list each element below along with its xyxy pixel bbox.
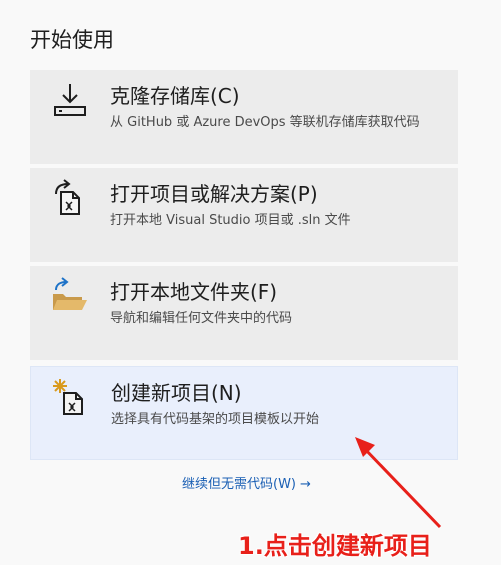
card-description: 导航和编辑任何文件夹中的代码 <box>110 311 293 326</box>
card-title: 创建新项目(N) <box>111 381 242 405</box>
open-project-card[interactable]: 打开项目或解决方案(P) 打开本地 Visual Studio 项目或 .sln… <box>30 168 458 262</box>
new-project-icon <box>53 379 83 415</box>
continue-without-code-link[interactable]: 继续但无需代码(W) → <box>182 473 311 492</box>
annotation-text: 1.点击创建新项目 <box>238 532 432 560</box>
annotation-arrow-icon <box>355 437 442 529</box>
open-project-icon <box>55 179 80 215</box>
open-folder-card[interactable]: 打开本地文件夹(F) 导航和编辑任何文件夹中的代码 <box>30 266 458 360</box>
card-title: 克隆存储库(C) <box>110 84 240 108</box>
continue-label: 继续但无需代码(W) <box>182 477 296 492</box>
card-title: 打开项目或解决方案(P) <box>110 182 318 206</box>
card-description: 从 GitHub 或 Azure DevOps 等联机存储库获取代码 <box>110 115 420 130</box>
download-icon <box>54 84 86 116</box>
folder-open-icon <box>53 277 87 310</box>
arrow-right-icon: → <box>300 477 311 492</box>
card-description: 打开本地 Visual Studio 项目或 .sln 文件 <box>110 213 351 228</box>
clone-repository-card[interactable]: 克隆存储库(C) 从 GitHub 或 Azure DevOps 等联机存储库获… <box>30 70 458 164</box>
page-title: 开始使用 <box>30 28 114 52</box>
card-title: 打开本地文件夹(F) <box>110 280 278 304</box>
